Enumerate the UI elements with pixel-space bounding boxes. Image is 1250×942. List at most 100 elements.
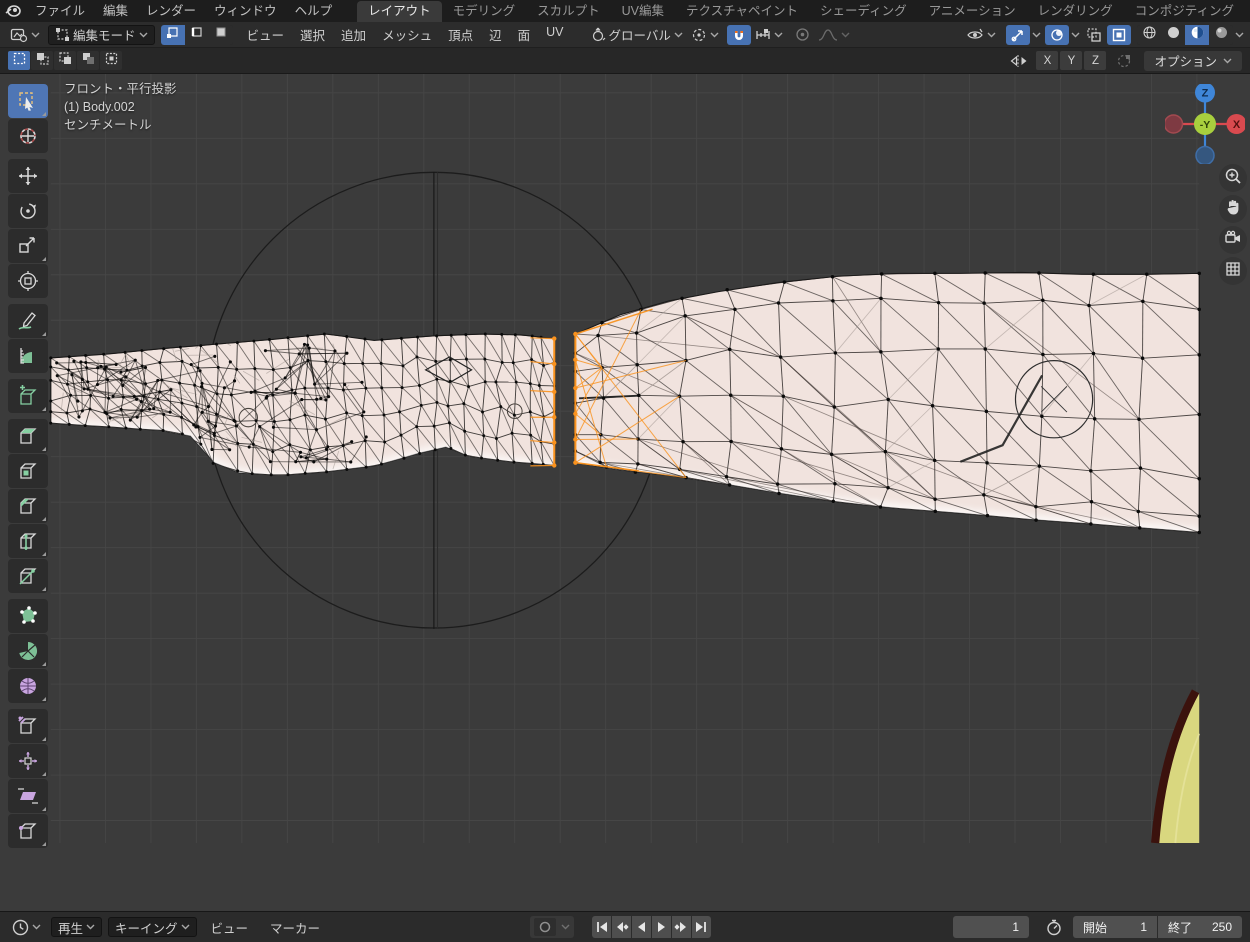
tab-1[interactable]: モデリング	[442, 1, 527, 22]
nav-zoom-button[interactable]	[1219, 164, 1247, 192]
mode-selector[interactable]: 編集モード	[48, 25, 155, 45]
chevron-down-icon[interactable]	[561, 923, 570, 931]
tool-shrink-fatten[interactable]	[8, 744, 48, 778]
tool-scale[interactable]	[8, 229, 48, 263]
tool-poly-build[interactable]	[8, 599, 48, 633]
tool-loop-cut[interactable]	[8, 524, 48, 558]
tool-spin[interactable]	[8, 634, 48, 668]
viewport-menu-2[interactable]: 追加	[333, 25, 374, 44]
menu-1[interactable]: 編集	[94, 0, 137, 22]
auto-keying-toggle[interactable]	[534, 918, 556, 936]
viewport-menu-7[interactable]: UV	[538, 25, 571, 44]
forearm-mesh[interactable]	[574, 271, 1201, 534]
tool-rip-region[interactable]	[8, 814, 48, 848]
viewport-menu-6[interactable]: 面	[510, 25, 539, 44]
timeline-menu-3[interactable]: マーカー	[262, 917, 328, 937]
snap-toggle[interactable]	[727, 25, 751, 45]
viewport-menu-1[interactable]: 選択	[292, 25, 333, 44]
tab-3[interactable]: UV編集	[611, 1, 675, 22]
next-keyframe-button[interactable]	[672, 916, 691, 938]
proportional-falloff-dropdown[interactable]	[814, 25, 854, 45]
nav-grid-button[interactable]	[1219, 257, 1247, 285]
snap-base-icon[interactable]	[1112, 51, 1136, 71]
play-reverse-button[interactable]	[632, 916, 651, 938]
tool-add-cube[interactable]	[8, 379, 48, 413]
select-option-new[interactable]	[8, 51, 30, 70]
show-gizmo-toggle[interactable]	[1006, 25, 1030, 45]
tool-annotate[interactable]	[8, 304, 48, 338]
tool-knife[interactable]	[8, 559, 48, 593]
tab-6[interactable]: アニメーション	[918, 1, 1027, 22]
shading-rendered[interactable]	[1209, 25, 1233, 45]
tool-rotate[interactable]	[8, 194, 48, 228]
timeline-editor-type-button[interactable]	[8, 917, 45, 937]
select-option-intersect[interactable]	[100, 51, 122, 70]
viewport-menu-3[interactable]: メッシュ	[374, 25, 440, 44]
viewport-menu-4[interactable]: 頂点	[440, 25, 481, 44]
jump-end-button[interactable]	[692, 916, 711, 938]
tool-inset-faces[interactable]	[8, 454, 48, 488]
viewport-menu-5[interactable]: 辺	[481, 25, 510, 44]
tool-cursor[interactable]	[8, 119, 48, 153]
gizmo-neg-z[interactable]	[1196, 147, 1214, 165]
play-button[interactable]	[652, 916, 671, 938]
proportional-edit-toggle[interactable]	[791, 25, 814, 45]
select-mode-vertex[interactable]	[161, 25, 185, 45]
xray-button[interactable]	[1107, 25, 1131, 45]
corner-object[interactable]	[1155, 691, 1199, 843]
snap-target-dropdown[interactable]	[751, 25, 787, 45]
mirror-axis-x[interactable]: X	[1036, 51, 1058, 70]
hand-mesh[interactable]	[49, 331, 555, 477]
use-preview-range-toggle[interactable]	[1039, 916, 1069, 938]
nav-pan-button[interactable]	[1219, 195, 1247, 223]
timeline-menu-2[interactable]: ビュー	[203, 917, 257, 937]
start-frame-field[interactable]: 開始 1	[1073, 916, 1157, 938]
tab-9[interactable]: ジオメトリノード	[1245, 1, 1250, 22]
mirror-icon[interactable]	[1006, 51, 1032, 71]
tool-box-select[interactable]	[8, 84, 48, 118]
current-frame-field[interactable]: 1	[953, 916, 1029, 938]
chevron-down-icon[interactable]	[1032, 31, 1041, 39]
select-mode-edge[interactable]	[185, 25, 209, 45]
tab-5[interactable]: シェーディング	[809, 1, 918, 22]
viewport-canvas[interactable]	[0, 74, 1250, 911]
tool-transform[interactable]	[8, 264, 48, 298]
jump-start-button[interactable]	[592, 916, 611, 938]
tab-8[interactable]: コンポジティング	[1124, 1, 1245, 22]
select-option-extend[interactable]	[31, 51, 53, 70]
timeline-menu-1[interactable]: キーイング	[108, 917, 197, 937]
options-dropdown[interactable]: オプション	[1144, 51, 1242, 71]
transform-orientation-dropdown[interactable]: グローバル	[586, 25, 687, 45]
select-option-invert[interactable]	[77, 51, 99, 70]
chevron-down-icon[interactable]	[1235, 31, 1244, 39]
menu-0[interactable]: ファイル	[26, 0, 94, 22]
menu-4[interactable]: ヘルプ	[286, 0, 342, 22]
gizmo-neg-x[interactable]	[1165, 115, 1183, 133]
navigation-gizmo[interactable]: X Z -Y	[1165, 84, 1245, 164]
select-mode-face[interactable]	[209, 25, 233, 45]
tool-measure[interactable]	[8, 339, 48, 373]
pivot-point-dropdown[interactable]	[687, 25, 723, 45]
object-visibility-dropdown[interactable]	[963, 25, 1000, 45]
tool-move[interactable]	[8, 159, 48, 193]
mirror-axis-y[interactable]: Y	[1060, 51, 1082, 70]
shading-wireframe[interactable]	[1137, 25, 1161, 45]
shading-solid[interactable]	[1161, 25, 1185, 45]
tab-2[interactable]: スカルプト	[526, 1, 611, 22]
tool-extrude-region[interactable]	[8, 419, 48, 453]
tool-edge-slide[interactable]	[8, 709, 48, 743]
tool-shear[interactable]	[8, 779, 48, 813]
mirror-axis-z[interactable]: Z	[1084, 51, 1106, 70]
tool-bevel[interactable]	[8, 489, 48, 523]
nav-camera-button[interactable]	[1219, 226, 1247, 254]
blender-logo-icon[interactable]	[0, 0, 26, 22]
tab-7[interactable]: レンダリング	[1027, 1, 1124, 22]
editor-type-button[interactable]	[6, 25, 44, 45]
tab-4[interactable]: テクスチャペイント	[675, 1, 809, 22]
show-overlays-toggle[interactable]	[1045, 25, 1069, 45]
chevron-down-icon[interactable]	[1071, 31, 1080, 39]
menu-2[interactable]: レンダー	[137, 0, 205, 22]
menu-3[interactable]: ウィンドウ	[205, 0, 286, 22]
shading-material[interactable]	[1185, 25, 1209, 45]
prev-keyframe-button[interactable]	[612, 916, 631, 938]
